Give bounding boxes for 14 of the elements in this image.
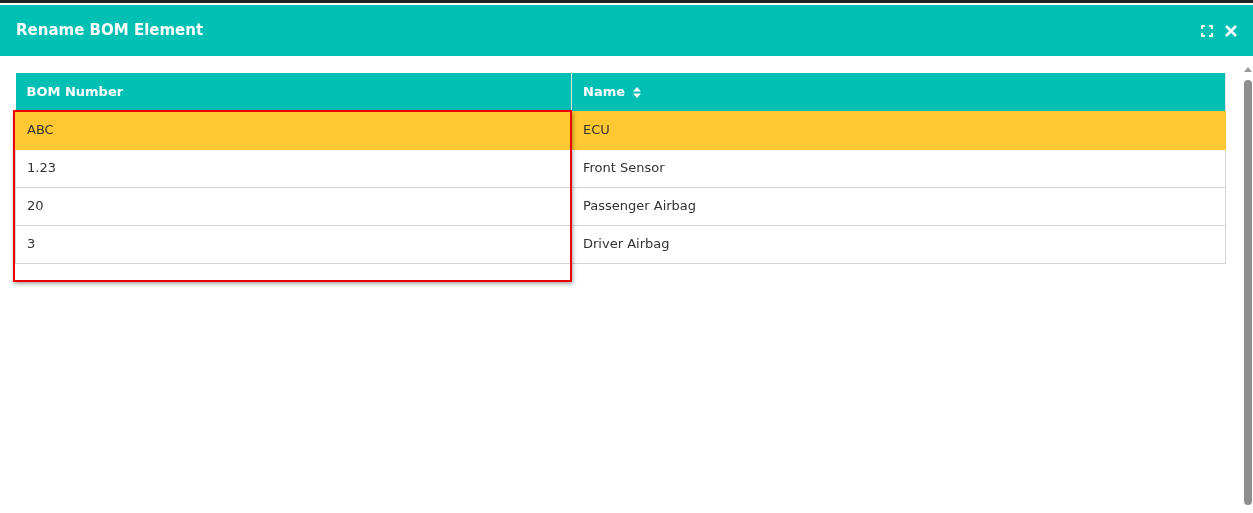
maximize-icon — [1200, 23, 1214, 38]
column-header[interactable]: Name — [583, 82, 641, 102]
table-cell: ECU — [571, 111, 1226, 149]
table-cell: 20 — [15, 187, 572, 225]
dialog-title: Rename BOM Element — [16, 20, 204, 42]
table-cell: Front Sensor — [571, 149, 1226, 187]
table-cell: Passenger Airbag — [571, 187, 1226, 225]
table-cell: 1.23 — [15, 149, 572, 187]
scrollbar[interactable] — [1243, 65, 1253, 505]
table-cell: ABC — [15, 111, 572, 149]
close-icon — [1224, 23, 1238, 38]
column-header[interactable]: BOM Number — [26, 82, 124, 102]
table-cell: Driver Airbag — [571, 225, 1226, 263]
table-cell: 3 — [15, 225, 572, 263]
